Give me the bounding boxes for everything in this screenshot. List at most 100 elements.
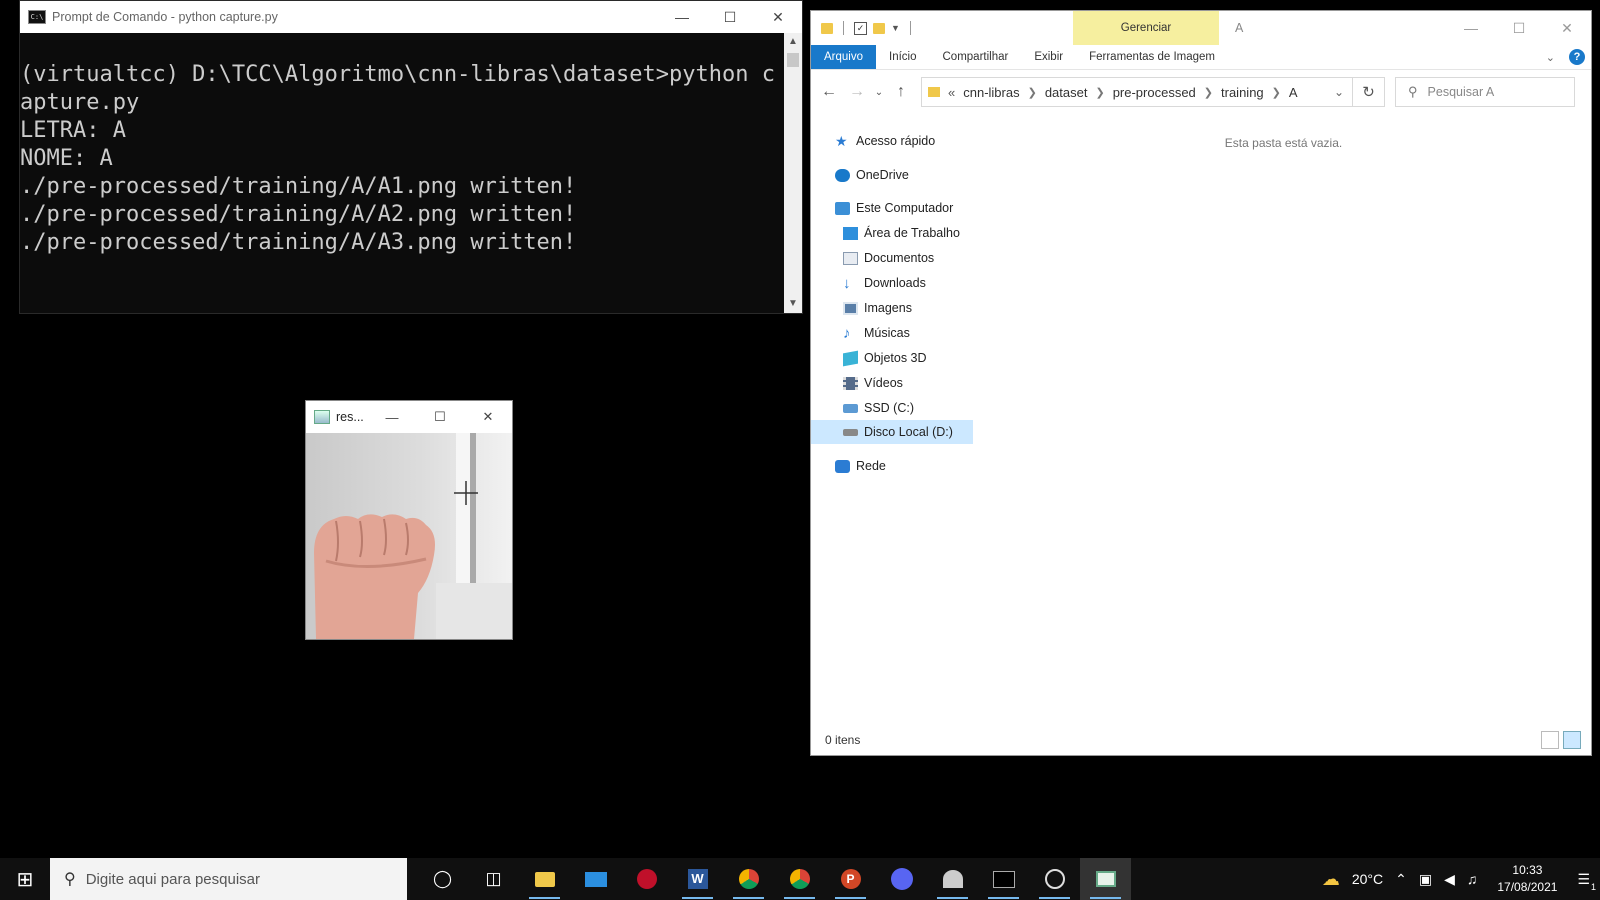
console-output[interactable]: (virtualtcc) D:\TCC\Algoritmo\cnn-libras… [20,33,784,313]
nav-item-objetos-3d[interactable]: Objetos 3D [843,346,927,370]
console-scrollbar[interactable]: ▲ ▼ [784,33,802,313]
back-arrow-icon[interactable]: ← [815,83,843,101]
computer-icon [835,201,850,215]
close-button[interactable]: ✕ [464,401,512,433]
desktop-icon [843,226,858,240]
breadcrumb-cnn-libras[interactable]: cnn-libras [963,85,1019,100]
close-button[interactable]: ✕ [754,1,802,33]
tab-ferramentas-de-imagem[interactable]: Ferramentas de Imagem [1076,45,1228,69]
forward-arrow-icon[interactable]: → [843,83,871,101]
nav-item-ssd-c[interactable]: SSD (C:) [843,396,914,420]
minimize-button[interactable]: — [658,1,706,33]
nav-item-videos[interactable]: Vídeos [843,371,903,395]
meet-now-icon[interactable]: ▣ [1419,871,1432,888]
refresh-icon[interactable]: ↻ [1353,77,1385,107]
large-icons-view-icon[interactable] [1563,731,1581,749]
volume-icon[interactable]: ♫ [1467,871,1478,887]
divider [843,21,844,35]
terminal-icon[interactable] [978,858,1029,900]
mail-icon[interactable] [570,858,621,900]
image-viewer-icon[interactable] [1080,858,1131,900]
music-icon: ♪ [843,324,851,342]
address-dropdown-icon[interactable]: ⌄ [1334,85,1344,99]
expand-ribbon-icon[interactable]: ⌄ [1546,51,1555,64]
nav-item-este-computador[interactable]: Este Computador [835,196,953,220]
scroll-thumb[interactable] [787,53,799,67]
image-window-titlebar[interactable]: res... — ☐ ✕ [306,401,512,433]
chevron-right-icon[interactable]: ❯ [1204,86,1213,99]
word-icon[interactable]: W [672,858,723,900]
maximize-button[interactable]: ☐ [706,1,754,33]
explorer-titlebar[interactable]: ✓ ▼ Gerenciar A — ☐ ✕ [811,11,1591,45]
tab-inicio[interactable]: Início [876,45,930,69]
cmd-titlebar[interactable]: C:\ Prompt de Comando - python capture.p… [20,1,802,33]
nav-item-acesso-rapido[interactable]: ★ Acesso rápido [835,129,935,153]
breadcrumb-a[interactable]: A [1289,85,1298,100]
clock-date: 17/08/2021 [1497,880,1558,894]
nav-item-rede[interactable]: Rede [835,454,886,478]
app-icon[interactable] [621,858,672,900]
discord-icon[interactable] [876,858,927,900]
chevron-down-icon[interactable]: ▼ [891,23,900,33]
navigation-pane[interactable]: ★ Acesso rápido OneDrive Este Computador … [811,123,973,725]
notifications-icon[interactable]: ☰ 1 [1577,871,1596,892]
properties-icon[interactable]: ✓ [854,21,867,35]
close-button[interactable]: ✕ [1543,11,1591,45]
manage-context-tab[interactable]: Gerenciar [1073,11,1219,45]
chevron-up-icon[interactable]: ⌃ [1395,871,1407,888]
obs-icon[interactable] [1029,858,1080,900]
minimize-button[interactable]: — [368,401,416,433]
breadcrumb-overflow[interactable]: « [948,85,955,100]
wifi-icon[interactable]: ◀ [1444,871,1455,888]
task-view-icon[interactable]: ◫ [468,858,519,900]
file-explorer-icon[interactable] [519,858,570,900]
breadcrumb-training[interactable]: training [1221,85,1264,100]
search-box[interactable]: ⚲ Pesquisar A [1395,77,1575,107]
folder-content-area[interactable]: Esta pasta está vazia. [976,123,1591,725]
app-icon[interactable] [927,858,978,900]
address-bar[interactable]: « cnn-libras ❯ dataset ❯ pre-processed ❯ tr… [921,77,1353,107]
new-folder-icon[interactable] [873,22,885,34]
chevron-right-icon[interactable]: ❯ [1272,86,1281,99]
chrome-profile-icon[interactable] [723,858,774,900]
file-explorer-window[interactable]: ✓ ▼ Gerenciar A — ☐ ✕ Arquivo Início Com… [810,10,1592,756]
details-view-icon[interactable] [1541,731,1559,749]
breadcrumb-dataset[interactable]: dataset [1045,85,1088,100]
folder-icon [928,87,940,97]
tab-arquivo[interactable]: Arquivo [811,45,876,69]
powerpoint-icon[interactable]: P [825,858,876,900]
maximize-button[interactable]: ☐ [1495,11,1543,45]
taskbar-search-box[interactable]: ⚲ Digite aqui para pesquisar [50,858,407,900]
nav-item-downloads[interactable]: ↓ Downloads [843,271,926,295]
nav-label: Objetos 3D [864,351,927,365]
tab-exibir[interactable]: Exibir [1021,45,1076,69]
chrome-icon[interactable] [774,858,825,900]
breadcrumb-pre-processed[interactable]: pre-processed [1113,85,1196,100]
up-arrow-icon[interactable]: ↑ [887,83,915,101]
chevron-right-icon[interactable]: ❯ [1095,86,1104,99]
scroll-down-icon[interactable]: ▼ [784,295,802,313]
chevron-right-icon[interactable]: ❯ [1028,86,1037,99]
clock[interactable]: 10:33 17/08/2021 [1497,862,1557,896]
temperature[interactable]: 20°C [1352,871,1383,887]
weather-icon[interactable]: ☁ [1322,869,1340,890]
nav-item-onedrive[interactable]: OneDrive [835,163,909,187]
command-prompt-window[interactable]: C:\ Prompt de Comando - python capture.p… [19,0,803,314]
tab-compartilhar[interactable]: Compartilhar [930,45,1022,69]
scroll-up-icon[interactable]: ▲ [784,33,802,51]
minimize-button[interactable]: — [1447,11,1495,45]
ribbon-tabs: Arquivo Início Compartilhar Exibir Ferra… [811,45,1591,70]
nav-item-disco-local-d[interactable]: Disco Local (D:) [811,420,973,444]
cortana-icon[interactable]: ◯ [417,858,468,900]
windows-start-icon[interactable]: ⊞ [0,867,50,892]
nav-item-musicas[interactable]: ♪ Músicas [843,321,910,345]
nav-label: Este Computador [856,201,954,215]
nav-item-imagens[interactable]: Imagens [843,296,912,320]
quick-access-toolbar: ✓ ▼ [821,21,915,35]
help-icon[interactable]: ? [1569,49,1585,65]
image-window[interactable]: res... — ☐ ✕ [305,400,513,640]
nav-item-area-de-trabalho[interactable]: Área de Trabalho [843,221,960,245]
nav-item-documentos[interactable]: Documentos [843,246,934,270]
maximize-button[interactable]: ☐ [416,401,464,433]
recent-locations-icon[interactable]: ⌄ [871,87,887,98]
